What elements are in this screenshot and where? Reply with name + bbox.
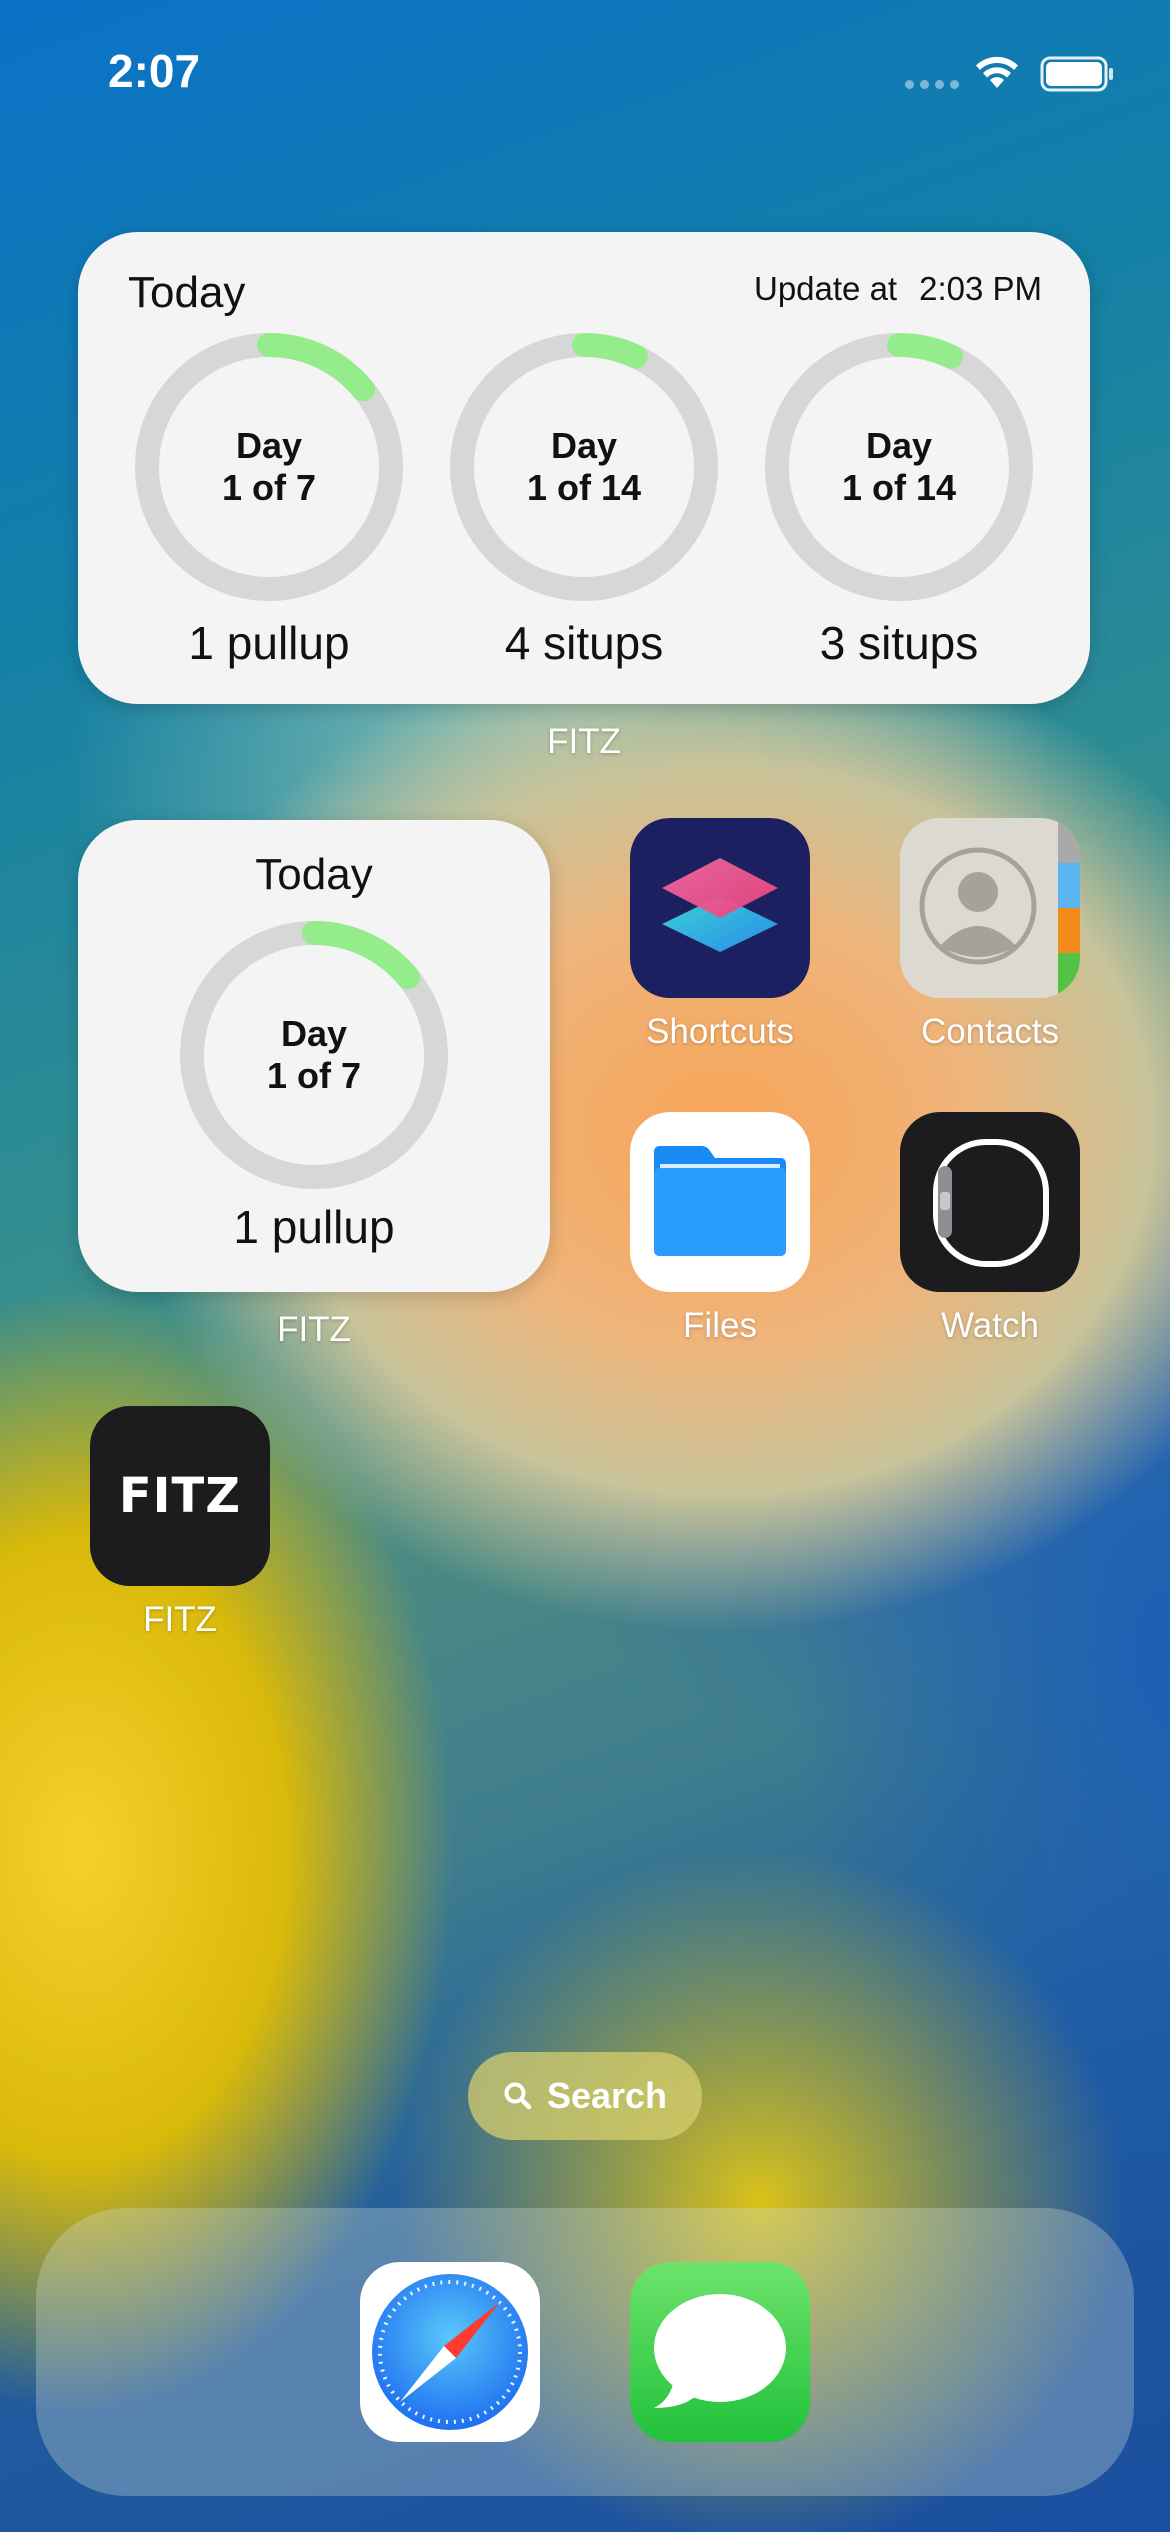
files-icon [654, 1146, 786, 1256]
messages-app-icon[interactable] [630, 2262, 810, 2442]
widget-title: Today [255, 850, 373, 899]
ring-label: Day 1 of 14 [449, 332, 719, 602]
shortcuts-label: Shortcuts [646, 1012, 794, 1051]
fitz-icon-text: FITZ [118, 1468, 242, 1524]
watch-icon [933, 1139, 1049, 1267]
ring-caption: 1 pullup [188, 617, 350, 669]
battery-icon [1040, 56, 1113, 92]
contacts-label: Contacts [920, 1012, 1060, 1051]
wifi-icon [976, 56, 1018, 88]
ring-line1: Day [235, 425, 303, 466]
fitz-app-icon[interactable]: FITZ [90, 1406, 270, 1586]
watch-label: Watch [941, 1306, 1039, 1345]
ring-label: Day 1 of 14 [764, 332, 1034, 602]
ring-label: Day 1 of 7 [179, 920, 449, 1190]
progress-ring: Day 1 of 14 [764, 332, 1034, 602]
messages-icon [654, 2294, 786, 2408]
watch-app-icon[interactable] [900, 1112, 1080, 1292]
ring-line2: 1 of 7 [266, 1055, 362, 1096]
ring-caption: 1 pullup [233, 1201, 395, 1253]
fitz-widget-medium[interactable]: Today Update at 2:03 PM Day 1 of 7 1 pul… [78, 232, 1090, 704]
files-label: Files [683, 1306, 757, 1345]
search-label: Search [546, 2075, 668, 2116]
ring-line2: 1 of 14 [841, 467, 957, 508]
safari-icon [372, 2274, 528, 2430]
shortcuts-icon [662, 858, 778, 952]
contacts-icon [900, 818, 1080, 998]
ring-line1: Day [280, 1013, 348, 1054]
contacts-app-icon[interactable] [900, 818, 1080, 998]
fitz-label: FITZ [143, 1600, 217, 1639]
search-button[interactable]: Search [468, 2052, 702, 2140]
ring-label: Day 1 of 7 [134, 332, 404, 602]
status-bar: 2:07 [0, 0, 1170, 140]
safari-app-icon[interactable] [360, 2262, 540, 2442]
ring-line1: Day [865, 425, 933, 466]
ring-caption: 4 situps [504, 617, 664, 669]
fitz-widget-small[interactable]: Today Day 1 of 7 1 pullup [78, 820, 550, 1292]
ring-line2: 1 of 14 [526, 467, 642, 508]
update-time: 2:03 PM [919, 270, 1042, 307]
ring-line1: Day [550, 425, 618, 466]
update-label: Update at [753, 270, 898, 307]
widget-title: Today [128, 268, 246, 317]
cellular-signal-icon [905, 80, 959, 89]
progress-ring: Day 1 of 7 [134, 332, 404, 602]
ring-line2: 1 of 7 [221, 467, 317, 508]
progress-ring: Day 1 of 14 [449, 332, 719, 602]
status-time: 2:07 [108, 45, 201, 97]
files-app-icon[interactable] [630, 1112, 810, 1292]
widget-update-info: Update at 2:03 PM [754, 270, 1042, 308]
progress-ring: Day 1 of 7 [179, 920, 449, 1190]
shortcuts-app-icon[interactable] [630, 818, 810, 998]
dock [36, 2208, 1134, 2496]
widget-app-label: FITZ [547, 722, 621, 761]
ring-caption: 3 situps [819, 617, 979, 669]
search-icon [504, 2082, 532, 2110]
widget-app-label: FITZ [277, 1310, 351, 1349]
